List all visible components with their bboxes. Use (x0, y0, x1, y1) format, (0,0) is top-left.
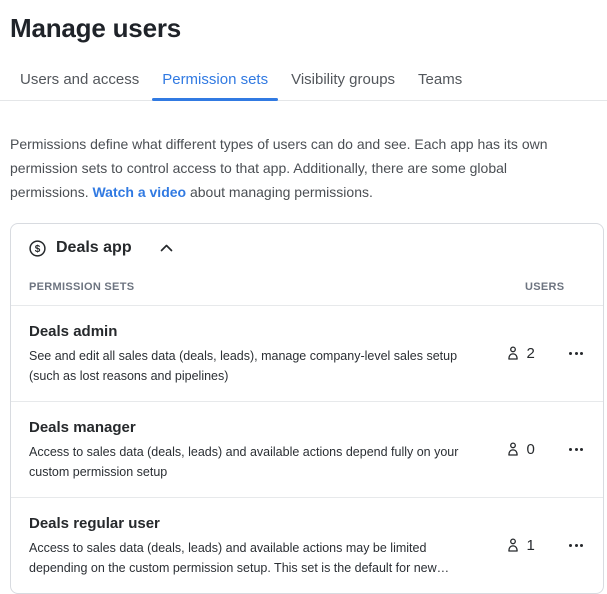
permission-set-description: See and edit all sales data (deals, lead… (29, 349, 458, 383)
row-actions (565, 346, 587, 361)
users-count: 0 (526, 441, 535, 458)
column-header-users: USERS (525, 281, 565, 293)
row-menu-button[interactable] (565, 538, 587, 553)
intro-text-after: about managing permissions. (186, 184, 373, 200)
ellipsis-icon (569, 352, 583, 355)
row-menu-button[interactable] (565, 442, 587, 457)
permissions-intro-text: Permissions define what different types … (10, 132, 597, 204)
permission-set-description: Access to sales data (deals, leads) and … (29, 445, 459, 479)
chevron-up-icon (160, 244, 173, 252)
table-header-row: PERMISSION SETS USERS (11, 257, 603, 306)
users-count-cell: 0 (482, 441, 565, 458)
permission-set-name: Deals regular user (29, 515, 160, 532)
permission-set-row-deals-regular-user[interactable]: Deals regular user Access to sales data … (11, 498, 603, 593)
tab-permission-sets[interactable]: Permission sets (152, 65, 278, 101)
svg-text:$: $ (35, 244, 41, 255)
tab-bar: Users and access Permission sets Visibil… (0, 65, 607, 101)
tab-teams[interactable]: Teams (408, 65, 472, 100)
row-text: Deals manager Access to sales data (deal… (29, 402, 482, 497)
users-count: 1 (526, 537, 535, 554)
permission-set-name: Deals admin (29, 323, 118, 340)
column-header-permission-sets: PERMISSION SETS (29, 281, 135, 293)
app-name-label: Deals app (56, 239, 132, 256)
row-text: Deals regular user Access to sales data … (29, 498, 482, 593)
users-count-cell: 1 (482, 537, 565, 554)
users-count: 2 (526, 345, 535, 362)
deals-app-header: $ Deals app (11, 224, 603, 257)
tab-visibility-groups[interactable]: Visibility groups (281, 65, 405, 100)
watch-a-video-link[interactable]: Watch a video (92, 184, 186, 200)
person-icon (506, 538, 520, 553)
page-title: Manage users (10, 13, 182, 43)
permission-set-row-deals-admin[interactable]: Deals admin See and edit all sales data … (11, 306, 603, 402)
person-icon (506, 346, 520, 361)
permission-set-name: Deals manager (29, 419, 136, 436)
collapse-section-button[interactable] (158, 242, 175, 254)
users-count-cell: 2 (482, 345, 565, 362)
row-text: Deals admin See and edit all sales data … (29, 306, 482, 401)
deals-app-card: $ Deals app PERMISSION SETS USERS Deals … (10, 223, 604, 594)
ellipsis-icon (569, 448, 583, 451)
row-actions (565, 538, 587, 553)
tabs: Users and access Permission sets Visibil… (10, 65, 607, 101)
permission-set-description: Access to sales data (deals, leads) and … (29, 541, 450, 575)
permission-set-row-deals-manager[interactable]: Deals manager Access to sales data (deal… (11, 402, 603, 498)
person-icon (506, 442, 520, 457)
tab-users-and-access[interactable]: Users and access (10, 65, 149, 100)
dollar-circle-icon: $ (29, 239, 46, 257)
ellipsis-icon (569, 544, 583, 547)
row-actions (565, 442, 587, 457)
row-menu-button[interactable] (565, 346, 587, 361)
